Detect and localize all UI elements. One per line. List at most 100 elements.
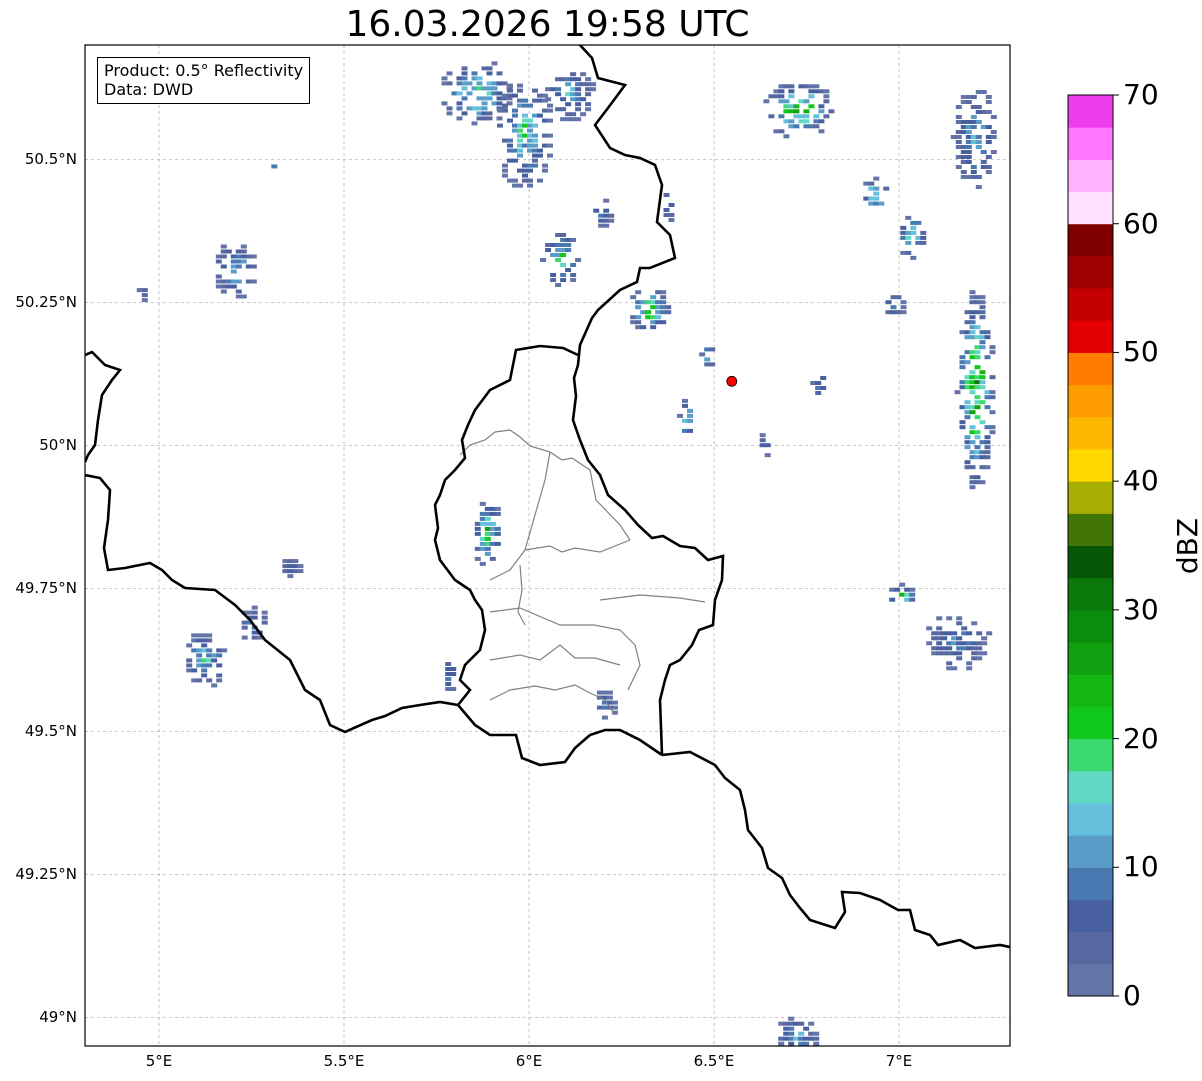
colorbar-segment-23 [1068,223,1113,257]
echo-pixel [486,66,493,71]
echo-pixel [191,668,198,673]
echo-pixel [969,330,976,335]
echo-pixel [225,249,232,254]
echo-pixel [484,546,491,551]
echo-pixel [783,99,790,104]
echo-pixel [961,626,968,631]
echo-pixel [788,94,795,99]
lon-label-0: 5°E [145,1052,173,1070]
echo-pixel [985,155,992,159]
lon-label-1: 5.5°E [323,1052,365,1070]
colorbar-segment-0 [1068,963,1113,997]
echo-pixel [527,103,533,108]
echo-pixel [206,663,213,668]
echo-pixel [778,129,785,134]
colorbar-tick-label-7: 70 [1123,78,1159,111]
echo-pixel [818,104,825,109]
echo-pixel [905,240,912,245]
echo-pixel [764,453,771,458]
echo-pixel [532,143,538,148]
echo-pixel [527,118,533,123]
echo-pixel [926,626,933,631]
echo-pixel [980,90,987,94]
echo-pixel [560,97,567,102]
echo-pixel [532,123,538,128]
lat-label-0: 50.5°N [24,150,77,169]
colorbar-tick-label-2: 20 [1123,721,1159,755]
echo-pixel [974,415,981,420]
echo-pixel [502,103,508,108]
product-info-box: Product: 0.5° Reflectivity Data: DWD [97,57,311,104]
echo-pixel [974,325,981,330]
echo-pixel [889,597,896,602]
echo-pixel [141,288,148,293]
echo-pixel [964,435,971,440]
echo-pixel [979,300,986,305]
colorbar-segment-13 [1068,545,1113,579]
echo-pixel [476,76,483,81]
echo-pixel [655,315,662,320]
echo-pixel [555,92,562,97]
echo-pixel [955,140,962,144]
echo-pixel [547,108,553,113]
echo-pixel [590,82,597,87]
echo-pixel [565,248,572,252]
echo-pixel [635,305,642,310]
echo-pixel [660,320,667,325]
echo-pixel [547,143,553,148]
echo-pixel [640,325,647,330]
echo-pixel [813,114,820,119]
echo-pixel [471,121,478,126]
echo-pixel [497,123,503,128]
echo-pixel [981,636,988,641]
echo-pixel [668,213,675,217]
echo-pixel [560,273,567,277]
echo-pixel [196,678,203,683]
echo-pixel [813,1036,820,1041]
echo-pixel [964,360,971,365]
colorbar-segment-4 [1068,835,1113,868]
echo-pixel [570,273,577,277]
echo-pixel [484,536,491,541]
echo-pixel [803,1026,810,1031]
echo-pixel [969,315,976,320]
colorbar-segment-17 [1068,416,1113,450]
echo-pixel [803,109,810,114]
echo-pixel [502,168,508,173]
echo-pixel [979,380,986,385]
echo-pixel [537,113,543,118]
echo-pixel [502,163,508,168]
echo-pixel [507,83,513,88]
echo-pixel [815,381,822,385]
echo-pixel [522,98,528,103]
echo-pixel [989,395,996,400]
echo-pixel [985,95,992,99]
echo-pixel [271,164,278,169]
echo-pixel [251,610,258,615]
echo-pixel [590,87,597,92]
echo-pixel [501,81,508,86]
echo-pixel [900,310,907,315]
radar-site-dot [726,375,738,387]
echo-pixel [668,203,675,207]
echo-pixel [970,125,977,129]
echo-pixel [445,662,452,666]
echo-pixel [778,114,785,119]
echo-pixel [808,94,815,99]
echo-pixel [709,347,716,352]
echo-pixel [527,178,533,183]
echo-pixel [975,135,982,139]
echo-pixel [555,87,562,92]
echo-pixel [975,185,982,189]
lat-label-3: 49.75°N [15,579,77,598]
echo-pixel [984,455,991,460]
echo-pixel [920,230,927,235]
echo-pixel [186,643,193,648]
echo-pixel [979,345,986,350]
echo-pixel [704,357,711,362]
radar-site-marker [726,375,738,387]
echo-pixel [823,89,830,94]
echo-pixel [965,160,972,164]
echo-pixel [220,264,227,269]
echo-pixel [818,129,825,134]
